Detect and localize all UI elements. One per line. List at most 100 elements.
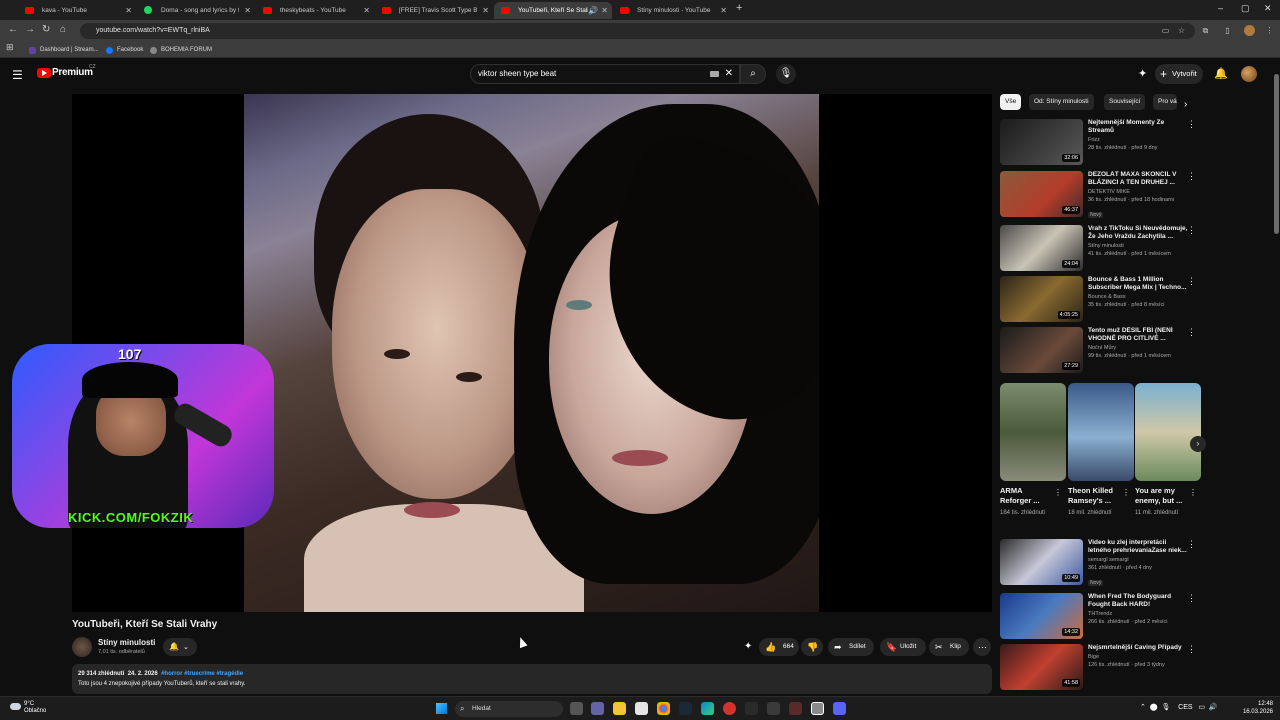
clip-button[interactable]: ✂ Klip: [929, 638, 969, 656]
more-dots-icon[interactable]: ⋮: [1187, 119, 1196, 130]
browser-tab-active[interactable]: YouTubeři, Kteří Se Stali Vra🔊✕: [494, 2, 612, 19]
rec-channel[interactable]: Stíny minulosti: [1088, 243, 1188, 249]
video-thumbnail[interactable]: 27:29: [1000, 327, 1083, 373]
video-thumbnail[interactable]: 46:37: [1000, 171, 1083, 217]
rec-channel[interactable]: Noční Můry: [1088, 345, 1188, 351]
bookmark-item[interactable]: Dashboard | Stream...: [29, 44, 99, 56]
video-thumbnail[interactable]: 4:05:25: [1000, 276, 1083, 322]
more-dots-icon[interactable]: ⋮: [1187, 171, 1196, 182]
bookmark-star-icon[interactable]: ☆: [1176, 25, 1187, 36]
language-indicator[interactable]: CES: [1178, 704, 1192, 711]
system-clock[interactable]: 12:48 16.03.2026: [1240, 700, 1273, 716]
obs-icon[interactable]: [811, 702, 824, 715]
app-icon[interactable]: [745, 702, 758, 715]
voice-search-button[interactable]: 🎙: [776, 64, 796, 84]
more-dots-icon[interactable]: ⋮: [1187, 539, 1196, 550]
channel-name[interactable]: Stíny minulosti: [98, 638, 155, 647]
save-button[interactable]: 🔖 Uložit: [880, 638, 926, 656]
ai-sparkle-icon[interactable]: ✦: [1138, 67, 1147, 80]
chip-from-channel[interactable]: Od: Stíny minulosti: [1029, 94, 1094, 110]
page-scrollbar[interactable]: [1273, 62, 1280, 696]
rec-title[interactable]: Tento muž DĚSIL FBI (NENÍ VHODNÉ PRO CIT…: [1088, 327, 1188, 343]
teams-icon[interactable]: [591, 702, 604, 715]
speaker-icon[interactable]: 🔊: [588, 2, 598, 19]
close-icon[interactable]: ✕: [482, 2, 489, 19]
hashtags[interactable]: #horror #truecrime #tragédie: [161, 671, 243, 677]
system-tray[interactable]: ⌃ ⬤ 🎙 CES ▭ 🔊: [1140, 703, 1218, 711]
chip-for-you[interactable]: Pro vás: [1153, 94, 1177, 110]
steam-icon[interactable]: [679, 702, 692, 715]
rec-title[interactable]: Video ku zlej interpretácii letného preh…: [1088, 539, 1188, 555]
more-dots-icon[interactable]: ⋮: [1187, 225, 1196, 236]
rec-channel[interactable]: THTrendz: [1088, 611, 1188, 617]
ai-ask-icon[interactable]: ✦: [744, 641, 752, 652]
scrollbar-thumb[interactable]: [1274, 74, 1279, 234]
reload-icon[interactable]: ↻: [42, 24, 50, 35]
notifications-bell-icon[interactable]: 🔔: [1214, 67, 1228, 80]
rec-title[interactable]: When Fred The Bodyguard Fought Back HARD…: [1088, 593, 1188, 609]
create-button[interactable]: + Vytvořit: [1155, 64, 1203, 84]
task-view-icon[interactable]: [570, 702, 583, 715]
chrome-icon[interactable]: [657, 702, 670, 715]
sidebar-icon[interactable]: ▯: [1222, 25, 1233, 36]
recommended-video[interactable]: 41:58 Nejsmrtelnější Caving Případy Bige 1…: [1000, 644, 1196, 690]
more-dots-icon[interactable]: ⋮: [1122, 488, 1130, 497]
close-icon[interactable]: ✕: [720, 2, 727, 19]
browser-menu-icon[interactable]: ⋮: [1264, 25, 1275, 36]
browser-tab[interactable]: theskybeats - YouTube ✕: [256, 2, 374, 19]
recommended-video[interactable]: 4:05:25 Bounce & Bass 1 Million Subscrib…: [1000, 276, 1196, 322]
rec-title[interactable]: Vrah z TikToku Si Neuvědomuje, Že Jeho V…: [1088, 225, 1188, 241]
more-dots-icon[interactable]: ⋮: [1187, 593, 1196, 604]
file-explorer-icon[interactable]: [613, 702, 626, 715]
close-icon[interactable]: ✕: [601, 2, 608, 19]
rec-title[interactable]: DEZOLÁT MAXA SKONČIL V BLÁZINCI A TEN DR…: [1088, 171, 1188, 187]
account-avatar[interactable]: [1241, 66, 1257, 82]
short-thumbnail[interactable]: [1135, 383, 1201, 481]
search-input[interactable]: viktor sheen type beat ✕: [470, 64, 740, 84]
close-icon[interactable]: ✕: [363, 2, 370, 19]
discord-icon[interactable]: [833, 702, 846, 715]
short-thumbnail[interactable]: [1000, 383, 1066, 481]
close-icon[interactable]: ✕: [125, 2, 132, 19]
video-thumbnail[interactable]: 41:58: [1000, 644, 1083, 690]
channel-avatar[interactable]: [72, 637, 92, 657]
bookmark-item[interactable]: Facebook: [106, 44, 143, 56]
recommended-video[interactable]: 24:04 Vrah z TikToku Si Neuvědomuje, Že …: [1000, 225, 1196, 271]
new-tab-icon[interactable]: +: [736, 2, 742, 14]
dislike-button[interactable]: 👎: [801, 638, 823, 656]
chevron-right-icon[interactable]: ›: [1184, 99, 1187, 110]
more-dots-icon[interactable]: ⋮: [1187, 644, 1196, 655]
recommended-video[interactable]: 14:32 When Fred The Bodyguard Fought Bac…: [1000, 593, 1196, 639]
recommended-video[interactable]: 27:29 Tento muž DĚSIL FBI (NENÍ VHODNÉ P…: [1000, 327, 1196, 373]
extensions-icon[interactable]: ⧉: [1200, 25, 1211, 36]
back-icon[interactable]: ←: [8, 24, 18, 35]
video-thumbnail[interactable]: 10:49: [1000, 539, 1083, 585]
rec-channel[interactable]: Frizz: [1088, 137, 1188, 143]
browser-tab[interactable]: [FREE] Travis Scott Type Beat - ✕: [375, 2, 493, 19]
rec-title[interactable]: Nejsmrtelnější Caving Případy: [1088, 644, 1188, 652]
browser-tab[interactable]: kava - YouTube ✕: [18, 2, 136, 19]
bookmark-item[interactable]: BOHEMIA FORUM: [150, 44, 212, 56]
rec-channel[interactable]: Bige: [1088, 654, 1188, 660]
search-button[interactable]: ⌕: [740, 64, 766, 84]
clear-search-icon[interactable]: ✕: [725, 65, 733, 83]
more-dots-icon[interactable]: ⋮: [1189, 488, 1197, 497]
app-icon[interactable]: [767, 702, 780, 715]
rec-channel[interactable]: semargl semargl: [1088, 557, 1188, 563]
maximize-icon[interactable]: ▢: [1241, 3, 1250, 14]
profile-avatar-icon[interactable]: [1244, 25, 1255, 36]
url-field[interactable]: youtube.com/watch?v=EWTq_rlniBA: [80, 23, 1195, 39]
more-dots-icon[interactable]: ⋮: [1054, 488, 1062, 497]
video-thumbnail[interactable]: 32:06: [1000, 119, 1083, 165]
chip-related[interactable]: Související: [1104, 94, 1146, 110]
rec-channel[interactable]: Bounce & Bass: [1088, 294, 1188, 300]
apps-grid-icon[interactable]: ⊞: [6, 42, 14, 53]
recommended-video[interactable]: 32:06 Nejtemnější Momenty Ze Streamů Friz…: [1000, 119, 1196, 165]
browser-tab[interactable]: Stíny minulosti - YouTube ✕: [613, 2, 731, 19]
edge-icon[interactable]: [701, 702, 714, 715]
video-description[interactable]: 29 314 zhlédnutí 24. 2. 2026 #horror #tr…: [72, 664, 992, 694]
windows-start-icon[interactable]: [436, 703, 447, 714]
more-dots-icon[interactable]: ⋮: [1187, 327, 1196, 338]
like-button[interactable]: 👍 664: [759, 638, 799, 656]
short-title[interactable]: You are my enemy, but ...: [1135, 486, 1187, 506]
